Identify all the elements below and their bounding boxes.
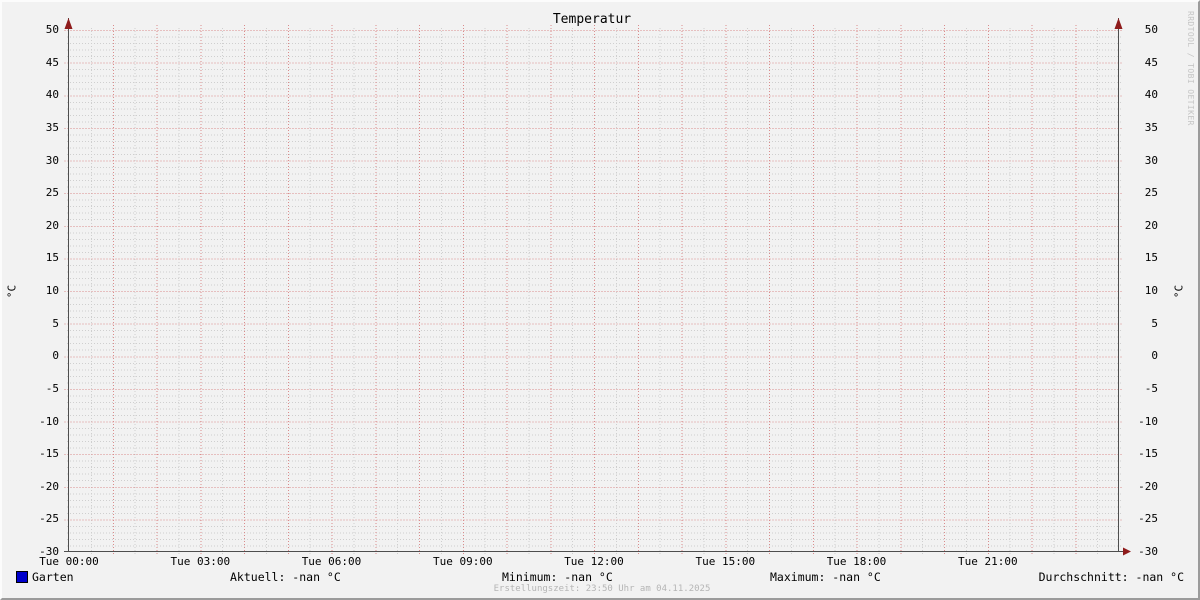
legend-swatch-garten [16,571,28,583]
y-tick-label-right: 50 [1144,23,1158,36]
rrdtool-graph: Temperatur 50 45 40 35 30 25 20 15 10 5 0 -5 -10 -15-… [0,0,1200,600]
x-tick-label: Tue 18:00 [826,555,887,568]
x-tick-label: Tue 09:00 [432,555,493,568]
y-tick-label-left: -10 [39,414,59,428]
y-tick-label-left: 5 [52,316,59,330]
plot-area [64,18,1131,556]
y-tick-label-left: -15 [39,447,59,461]
stat-minimum: Minimum: -nan °C [502,570,613,584]
y-tick-label-right: -15 [1138,447,1158,461]
y-tick-label-left: -20 [39,479,59,493]
y-tick-label-right: -25 [1138,512,1158,526]
y-tick-label-left: 0 [52,349,59,363]
x-tick-label: Tue 15:00 [695,555,756,568]
creation-timestamp: Erstellungszeit: 23:50 Uhr am 04.11.2025 [493,584,711,594]
y-tick-label-right: 45 [1144,55,1158,69]
y-tick-label-left: 30 [45,153,59,167]
y-tick-label-right: 5 [1151,316,1158,330]
y-tick-label-left: 35 [45,120,59,134]
y-tick-label-left: 20 [45,218,59,232]
y-tick-label-left: 15 [45,251,59,265]
y-tick-label-left: -25 [39,512,59,526]
stat-maximum: Maximum: -nan °C [770,570,881,584]
y-tick-label-left: 45 [45,55,59,69]
x-tick-label: Tue 03:00 [170,555,231,568]
y-tick-label-right: 25 [1144,186,1158,200]
x-tick-label: Tue 12:00 [564,555,624,568]
y-tick-label-left: 25 [45,186,59,200]
x-tick-label: Tue 21:00 [957,555,1018,568]
y-tick-label-right: -5 [1144,381,1158,395]
y-tick-label-right: 15 [1144,251,1158,265]
stat-durchschnitt: Durchschnitt: -nan °C [1038,570,1184,584]
y-tick-label-right: 20 [1144,218,1158,232]
stat-aktuell: Aktuell: -nan °C [230,570,341,584]
y-tick-label-left: 50 [45,23,59,36]
x-tick-label: Tue 06:00 [301,555,362,568]
x-tick-label: Tue 00:00 [39,555,99,568]
y-tick-label-right: 40 [1144,88,1158,102]
y-tick-label-left: 10 [45,284,59,297]
y-tick-label-right: -10 [1138,414,1158,428]
y-tick-label-left: 40 [45,88,59,102]
y-tick-label-left: -5 [45,381,59,395]
y-tick-label-right: 30 [1144,153,1158,167]
y-tick-label-right: 10 [1144,284,1158,297]
y-axis-unit-right: °C [1172,284,1186,299]
y-axis-unit-left: °C [5,284,19,299]
y-tick-label-right: -20 [1138,479,1158,493]
y-tick-label-right: 35 [1144,120,1158,134]
y-tick-label-right: -30 [1138,545,1158,558]
y-tick-label-right: 0 [1151,349,1158,363]
legend-label-garten: Garten [32,570,74,584]
watermark: RRDTOOL / TOBI OETIKER [1186,11,1195,126]
